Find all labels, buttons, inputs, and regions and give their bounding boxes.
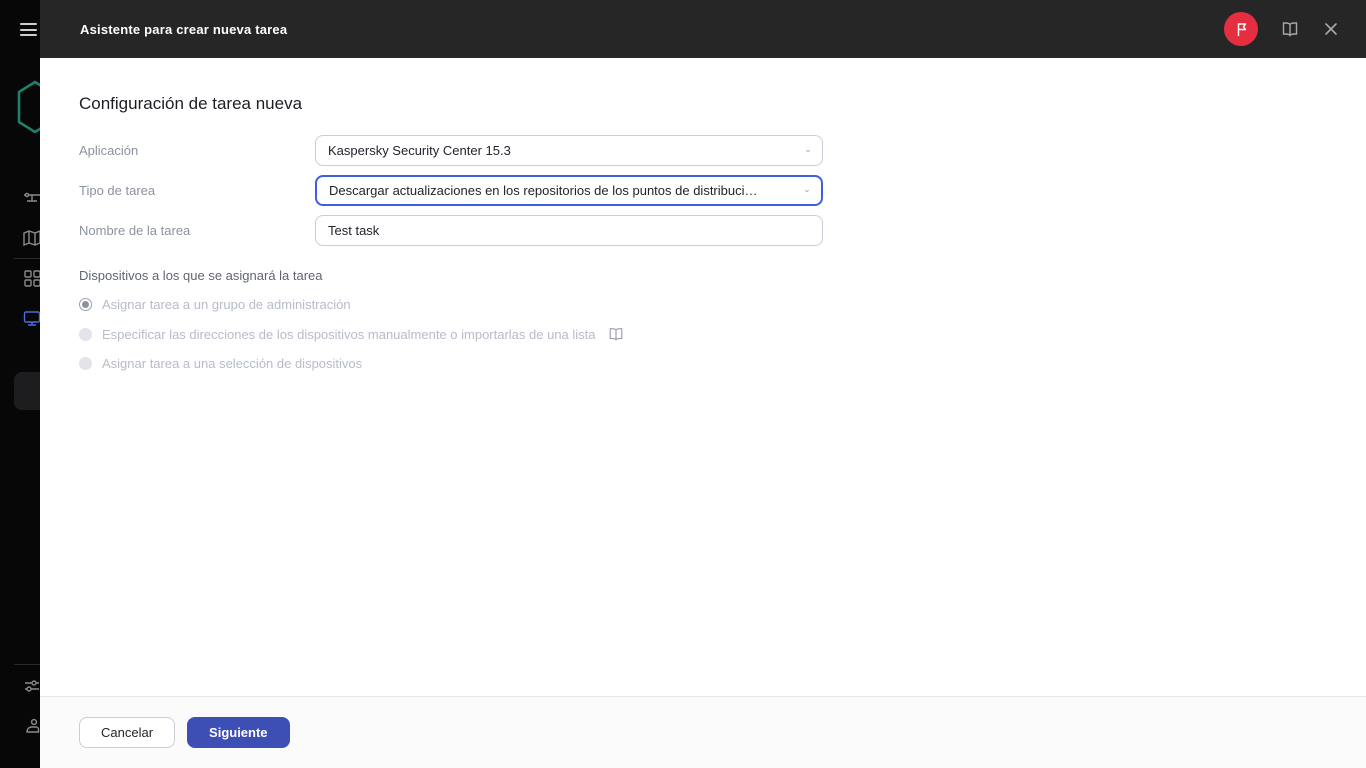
cancel-button[interactable]: Cancelar: [79, 717, 176, 748]
menu-icon[interactable]: [20, 23, 37, 36]
book-icon[interactable]: [1281, 20, 1299, 38]
form-row-application: Aplicación Kaspersky Security Center 15.…: [79, 135, 1326, 166]
form-row-task-name: Nombre de la tarea: [79, 215, 1326, 246]
next-button[interactable]: Siguiente: [187, 717, 290, 748]
user-icon[interactable]: [22, 716, 40, 736]
wizard-header: Asistente para crear nueva tarea: [40, 0, 1366, 58]
task-type-select[interactable]: Descargar actualizaciones en los reposit…: [315, 175, 823, 206]
header-actions: [1224, 12, 1340, 46]
application-label: Aplicación: [79, 143, 139, 158]
chevron-down-icon: [806, 149, 810, 152]
new-task-wizard-window: Asistente para crear nueva tarea Configu…: [40, 0, 1366, 768]
radio-selected[interactable]: [79, 298, 92, 311]
task-name-input[interactable]: [315, 215, 823, 246]
flag-icon: [1237, 22, 1246, 36]
application-select-value: Kaspersky Security Center 15.3: [328, 143, 511, 158]
book-icon: [609, 328, 622, 341]
task-type-select-value: Descargar actualizaciones en los reposit…: [329, 183, 758, 198]
radio-option-admin-group[interactable]: Asignar tarea a un grupo de administraci…: [79, 297, 1326, 312]
sidebar-divider-bottom: [14, 664, 40, 665]
task-type-label: Tipo de tarea: [79, 183, 156, 198]
radio-option-device-selection[interactable]: Asignar tarea a una selección de disposi…: [79, 356, 1326, 371]
map-icon[interactable]: [22, 228, 40, 248]
radio-label: Asignar tarea a un grupo de administraci…: [102, 297, 351, 312]
page-title: Configuración de tarea nueva: [79, 94, 303, 113]
monitor-icon[interactable]: [22, 308, 40, 328]
sidebar-selected-item[interactable]: [14, 372, 40, 410]
application-select[interactable]: Kaspersky Security Center 15.3: [315, 135, 823, 166]
grid-icon[interactable]: [22, 268, 40, 288]
radio-label: Asignar tarea a una selección de disposi…: [102, 356, 363, 371]
kaspersky-hexagon-logo: [17, 80, 40, 134]
wizard-body: Configuración de tarea nueva Aplicación …: [40, 58, 1366, 696]
sidebar-divider: [14, 258, 40, 259]
radio-label: Especificar las direcciones de los dispo…: [102, 326, 596, 342]
server-icon[interactable]: [22, 188, 40, 208]
wizard-title: Asistente para crear nueva tarea: [80, 21, 288, 37]
close-icon[interactable]: [1322, 20, 1340, 38]
whats-new-button[interactable]: [1224, 12, 1258, 46]
radio-option-manual-addresses[interactable]: Especificar las direcciones de los dispo…: [79, 326, 1326, 342]
form-row-task-type: Tipo de tarea Descargar actualizaciones …: [79, 175, 1326, 206]
chevron-down-icon: [805, 189, 809, 192]
radio-unselected[interactable]: [79, 327, 92, 341]
task-name-label: Nombre de la tarea: [79, 223, 191, 238]
radio-unselected[interactable]: [79, 357, 92, 370]
sliders-icon[interactable]: [22, 676, 40, 696]
app-sidebar: [0, 0, 40, 768]
devices-section-label: Dispositivos a los que se asignará la ta…: [79, 268, 323, 283]
wizard-footer: Cancelar Siguiente: [40, 696, 1366, 768]
